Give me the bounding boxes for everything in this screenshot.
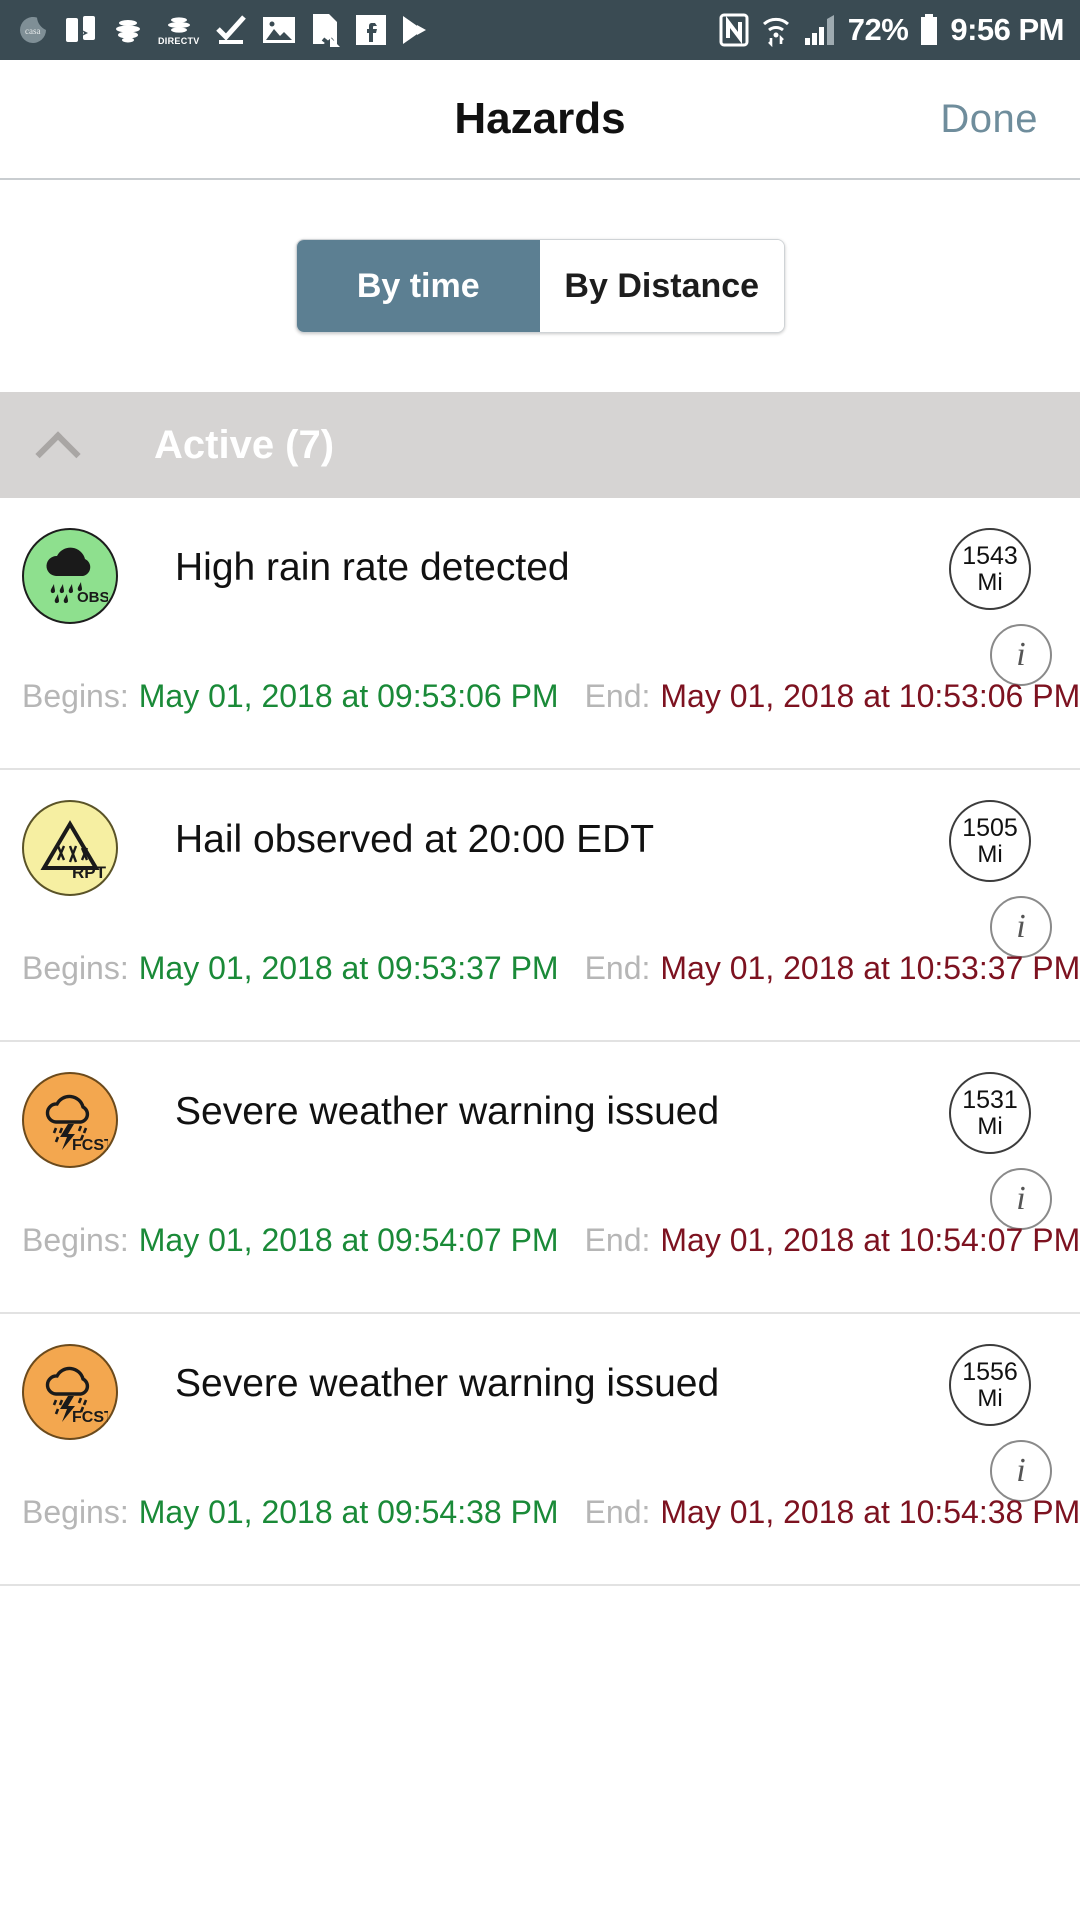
end-value: May 01, 2018 at 10:54:07 PM	[660, 1222, 1080, 1258]
severe-forecast-icon: FCST	[22, 1344, 118, 1440]
end-value: May 01, 2018 at 10:53:06 PM	[660, 678, 1080, 714]
section-title: Active (7)	[154, 422, 335, 467]
distance-badge: 1543 Mi	[949, 528, 1031, 610]
svg-text:OBS: OBS	[77, 589, 108, 606]
play-store-icon	[400, 14, 430, 46]
svg-text:RPT: RPT	[72, 863, 107, 882]
hazard-row-main: RPT Hail observed at 20:00 EDT 1505 Mi i	[0, 770, 1080, 958]
hazard-times: Begins: May 01, 2018 at 09:54:38 PM End: Ma…	[0, 1494, 1080, 1531]
distance-unit: Mi	[977, 568, 1003, 596]
begins-value: May 01, 2018 at 09:54:07 PM	[138, 1222, 559, 1258]
cell-signal-icon	[803, 14, 837, 46]
info-icon[interactable]: i	[990, 624, 1052, 686]
hazard-row[interactable]: FCST Severe weather warning issued 1531Mi i…	[0, 1042, 1080, 1314]
begins-value: May 01, 2018 at 09:53:37 PM	[138, 950, 559, 986]
sort-mode-container: By time By Distance	[0, 180, 1080, 392]
hazard-row-right: 1531 Mi i	[900, 1072, 1080, 1230]
hazard-title: Severe weather warning issued	[175, 1090, 720, 1133]
document-error-icon	[310, 13, 342, 47]
checkmark-download-icon	[214, 13, 248, 47]
hazard-times: Begins: May 01, 2018 at 09:53:37 PM End: Ma…	[0, 950, 1080, 987]
hazard-row-main: FCST Severe weather warning issued 1556Mi i	[0, 1314, 1080, 1502]
hail-report-icon: RPT	[22, 800, 118, 896]
hazard-row-right: 1543 Mi i	[900, 528, 1080, 686]
distance-unit: Mi	[977, 1112, 1003, 1140]
hazard-list: OBS High rain rate detected 1543 Mi i Begins:…	[0, 498, 1080, 1586]
battery-icon	[919, 13, 939, 47]
directv-icon: DIRECTV	[158, 14, 200, 46]
hazard-title: Hail observed at 20:00 EDT	[175, 818, 655, 861]
begins-label: Begins:	[22, 950, 129, 986]
end-label: End:	[584, 678, 651, 714]
tab-by-time[interactable]: By time	[296, 240, 540, 332]
hazard-row-right: 1505 Mi i	[900, 800, 1080, 958]
done-button[interactable]: Done	[940, 97, 1038, 142]
info-icon[interactable]: i	[990, 896, 1052, 958]
distance-value: 1531	[962, 1086, 1018, 1115]
att-icon	[112, 14, 144, 46]
begins-value: May 01, 2018 at 09:53:06 PM	[138, 678, 559, 714]
severe-forecast-icon: FCST	[22, 1072, 118, 1168]
end-value: May 01, 2018 at 10:54:38 PM	[660, 1494, 1080, 1530]
hazard-row[interactable]: OBS High rain rate detected 1543 Mi i Begins:…	[0, 498, 1080, 770]
end-value: May 01, 2018 at 10:53:37 PM	[660, 950, 1080, 986]
begins-label: Begins:	[22, 1222, 129, 1258]
svg-text:FCST: FCST	[72, 1137, 108, 1154]
status-bar: casa DIRECTV 72% 9:56 PM	[0, 0, 1080, 60]
distance-unit: Mi	[977, 840, 1003, 868]
hazard-row[interactable]: RPT Hail observed at 20:00 EDT 1505 Mi i Begi…	[0, 770, 1080, 1042]
page-title: Hazards	[454, 94, 626, 143]
chevron-up-icon[interactable]	[36, 422, 82, 468]
hazard-row-right: 1556 Mi i	[900, 1344, 1080, 1502]
status-bar-system-icons: 72% 9:56 PM	[719, 12, 1064, 48]
hazard-title: Severe weather warning issued	[175, 1362, 720, 1405]
casa-logo-icon: casa	[16, 13, 50, 47]
distance-value: 1543	[962, 542, 1018, 571]
rain-observed-icon: OBS	[22, 528, 118, 624]
title-bar: Hazards Done	[0, 60, 1080, 180]
distance-value: 1556	[962, 1358, 1018, 1387]
distance-value: 1505	[962, 814, 1018, 843]
distance-badge: 1505 Mi	[949, 800, 1031, 882]
distance-badge: 1531 Mi	[949, 1072, 1031, 1154]
tab-by-distance[interactable]: By Distance	[540, 240, 784, 332]
info-icon[interactable]: i	[990, 1168, 1052, 1230]
battery-percent-label: 72%	[847, 12, 909, 47]
info-icon[interactable]: i	[990, 1440, 1052, 1502]
device-transfer-icon	[64, 13, 98, 47]
begins-label: Begins:	[22, 1494, 129, 1530]
end-label: End:	[584, 950, 651, 986]
segmented-control[interactable]: By time By Distance	[295, 239, 785, 333]
hazard-times: Begins: May 01, 2018 at 09:53:06 PM End: Ma…	[0, 678, 1080, 715]
end-label: End:	[584, 1494, 651, 1530]
hazard-title: High rain rate detected	[175, 546, 570, 589]
svg-text:casa: casa	[25, 26, 41, 36]
hazard-row-main: OBS High rain rate detected 1543 Mi i	[0, 498, 1080, 686]
wifi-transfer-icon	[760, 13, 792, 47]
svg-text:FCST: FCST	[72, 1409, 108, 1426]
facebook-icon	[355, 15, 386, 45]
hazard-row-main: FCST Severe weather warning issued 1531Mi i	[0, 1042, 1080, 1230]
directv-label: DIRECTV	[158, 36, 200, 46]
clock-label: 9:56 PM	[950, 12, 1064, 47]
distance-unit: Mi	[977, 1384, 1003, 1412]
hazard-times: Begins: May 01, 2018 at 09:54:07 PM End: Ma…	[0, 1222, 1080, 1259]
gallery-image-icon	[262, 15, 296, 45]
begins-label: Begins:	[22, 678, 129, 714]
hazard-row[interactable]: FCST Severe weather warning issued 1556Mi i…	[0, 1314, 1080, 1586]
nfc-icon	[719, 13, 749, 47]
end-label: End:	[584, 1222, 651, 1258]
begins-value: May 01, 2018 at 09:54:38 PM	[138, 1494, 559, 1530]
status-bar-notification-icons: casa DIRECTV	[16, 13, 719, 47]
section-header-active[interactable]: Active (7)	[0, 392, 1080, 498]
distance-badge: 1556 Mi	[949, 1344, 1031, 1426]
